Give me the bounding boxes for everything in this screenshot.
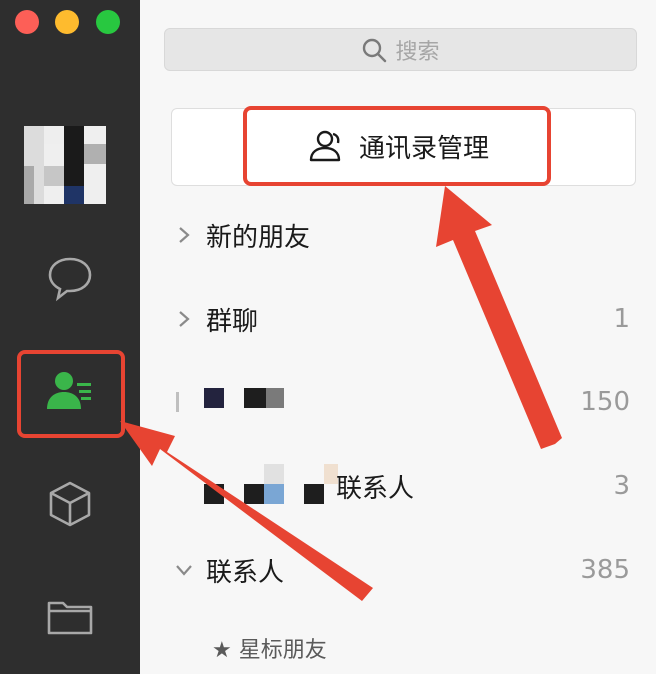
list-item-pixelated-contacts[interactable]: 联系人 3: [140, 456, 656, 516]
row-label: 联系人: [206, 557, 285, 588]
contacts-management-label: 通讯录管理: [358, 133, 489, 164]
chevron-down-icon: [176, 565, 192, 576]
avatar[interactable]: [24, 126, 106, 204]
chat-bubble-icon[interactable]: [40, 248, 100, 308]
contacts-panel: 搜索 通讯录管理 新的朋友 群聊 1 150 联系人 3 联系人 385 ★ 星…: [140, 0, 656, 674]
folder-icon[interactable]: [40, 586, 100, 646]
window-zoom-button[interactable]: [96, 10, 120, 34]
list-item-group-chats[interactable]: 群聊 1: [140, 289, 656, 349]
list-item-pixelated[interactable]: 150: [140, 372, 656, 432]
window-minimize-button[interactable]: [55, 10, 79, 34]
sidebar: [0, 0, 140, 674]
blurred-name: [266, 388, 284, 408]
row-count: 3: [613, 471, 630, 501]
cube-icon[interactable]: [40, 474, 100, 534]
list-item-new-friends[interactable]: 新的朋友: [140, 205, 656, 265]
blurred-name: [244, 388, 266, 408]
window-close-button[interactable]: [15, 10, 39, 34]
row-label: 群聊: [206, 306, 259, 337]
chevron-right-icon: [176, 392, 179, 412]
contacts-management-button[interactable]: 通讯录管理: [243, 106, 551, 186]
chevron-right-icon: [179, 227, 190, 243]
blurred-name: [204, 388, 224, 408]
row-label: 联系人: [336, 473, 415, 504]
search-placeholder: 搜索: [395, 39, 440, 65]
chevron-right-icon: [179, 311, 190, 327]
search-icon: [363, 38, 387, 62]
user-outline-icon: [309, 130, 341, 162]
contacts-highlight-box: [17, 350, 125, 438]
search-input[interactable]: 搜索: [164, 28, 637, 71]
row-count: 1: [613, 304, 630, 334]
list-item-contacts[interactable]: 联系人 385: [140, 540, 656, 600]
row-count: 150: [580, 387, 630, 417]
starred-friends-label[interactable]: ★ 星标朋友: [212, 632, 327, 664]
row-label: 新的朋友: [206, 222, 311, 253]
row-count: 385: [580, 555, 630, 585]
